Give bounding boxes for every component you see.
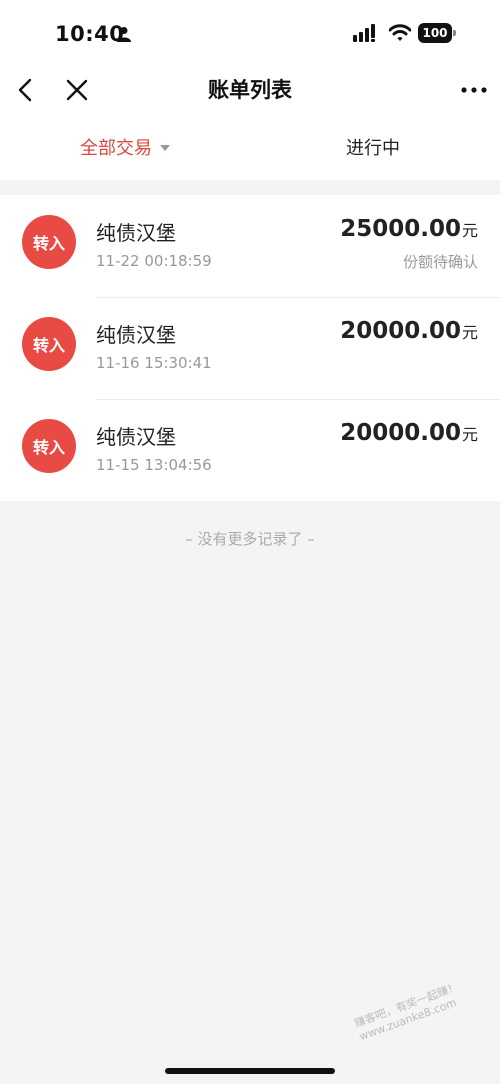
caret-down-icon (160, 145, 170, 151)
amount-value: 25000.00 (340, 216, 461, 242)
watermark: 赚客吧，有奖一起赚！www.zuanke8.com (352, 980, 461, 1044)
transaction-time: 11-16 15:30:41 (96, 354, 212, 372)
nav-bar: 账单列表 (0, 64, 500, 116)
transaction-time: 11-15 13:04:56 (96, 456, 212, 474)
amount-unit: 元 (461, 425, 478, 444)
home-indicator[interactable] (165, 1068, 335, 1074)
transfer-in-badge: 转入 (22, 419, 76, 473)
battery-icon: 100 (418, 23, 456, 43)
transaction-row[interactable]: 转入 纯债汉堡 11-15 13:04:56 20000.00元 (0, 399, 500, 501)
amount-value: 20000.00 (340, 420, 461, 446)
fund-name: 纯债汉堡 (96, 425, 176, 449)
tab-label: 进行中 (346, 138, 400, 159)
battery-level: 100 (418, 23, 452, 43)
fund-name: 纯债汉堡 (96, 323, 176, 347)
status-bar: 10:40 100 (0, 0, 500, 64)
amount-unit: 元 (461, 323, 478, 342)
tab-in-progress[interactable]: 进行中 (346, 134, 406, 160)
amount-unit: 元 (461, 221, 478, 240)
tab-label: 全部交易 (80, 138, 152, 159)
fund-name: 纯债汉堡 (96, 221, 176, 245)
transfer-in-badge: 转入 (22, 317, 76, 371)
wifi-icon (389, 24, 411, 41)
header-area: 10:40 100 账单列表 全部交易 进行中 (0, 0, 500, 180)
amount-value: 20000.00 (340, 318, 461, 344)
transaction-list: 转入 纯债汉堡 11-22 00:18:59 25000.00元 份额待确认 转… (0, 195, 500, 501)
page-title: 账单列表 (208, 78, 292, 102)
person-icon (117, 27, 131, 42)
transaction-time: 11-22 00:18:59 (96, 252, 212, 270)
transaction-amount: 20000.00元 (340, 420, 478, 446)
transaction-row[interactable]: 转入 纯债汉堡 11-22 00:18:59 25000.00元 份额待确认 (0, 195, 500, 297)
filter-tabs: 全部交易 进行中 (0, 120, 500, 174)
transfer-in-badge: 转入 (22, 215, 76, 269)
transaction-row[interactable]: 转入 纯债汉堡 11-16 15:30:41 20000.00元 (0, 297, 500, 399)
transaction-amount: 25000.00元 (340, 216, 478, 242)
no-more-records: – 没有更多记录了 – (185, 530, 315, 548)
cellular-signal-icon (353, 24, 375, 42)
transaction-status: 份额待确认 (402, 253, 478, 271)
transaction-amount: 20000.00元 (340, 318, 478, 344)
tab-all-transactions[interactable]: 全部交易 (80, 134, 170, 160)
more-icon[interactable] (460, 86, 488, 94)
status-time: 10:40 (55, 22, 125, 46)
